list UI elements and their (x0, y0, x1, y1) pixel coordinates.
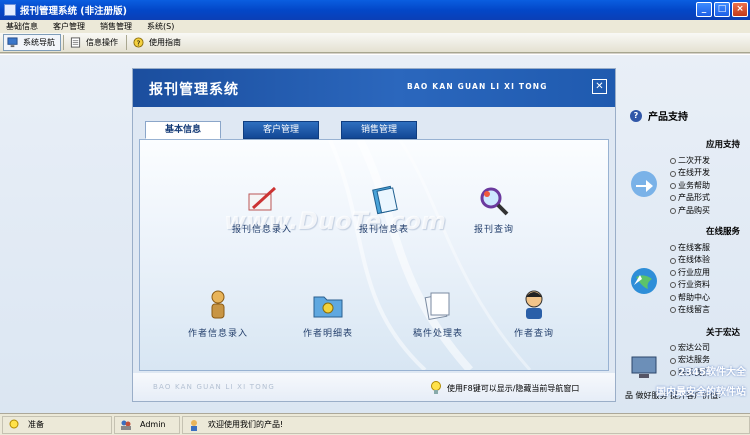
globe-icon (631, 268, 657, 294)
link-industry-app[interactable]: 行业应用 (670, 267, 710, 279)
link-help-center[interactable]: 帮助中心 (670, 292, 710, 304)
item-label: 报刊查询 (473, 225, 514, 235)
panel-title: 报刊管理系统 (149, 82, 239, 98)
item-label: 稿件处理表 (412, 329, 463, 339)
link-online-trial[interactable]: 在线体验 (670, 254, 710, 266)
document-icon (70, 37, 81, 48)
toolbar-guide-label: 使用指南 (149, 38, 181, 47)
menu-bar: 基础信息 客户管理 销售管理 系统(S) (0, 20, 750, 33)
status-ready: 准备 (2, 415, 112, 434)
toolbar-info-button[interactable]: 信息操作 (66, 34, 124, 51)
title-bar: 报刊管理系统 (非注册版) _ □ × (0, 0, 750, 20)
lightbulb-icon (431, 381, 441, 394)
item-label: 作者信息录入 (187, 329, 248, 339)
tab-sales[interactable]: 销售管理 (341, 121, 417, 139)
menu-customer[interactable]: 客户管理 (53, 21, 85, 32)
item-label: 报刊信息表 (358, 225, 409, 235)
users-icon (121, 420, 131, 430)
item-newspaper-table[interactable]: 报刊信息表 (342, 184, 426, 235)
minimize-button[interactable]: _ (696, 2, 712, 17)
corner-watermark-line1: 2345软件大全 (678, 367, 746, 378)
person-icon (211, 290, 225, 319)
nav-panel: 报刊管理系统 BAO KAN GUAN LI XI TONG ✕ 基本信息 客户… (132, 68, 616, 402)
user-search-icon (525, 290, 543, 319)
status-ready-label: 准备 (28, 420, 44, 429)
close-button[interactable]: × (732, 2, 748, 17)
online-service-links: 在线客服 在线体验 行业应用 行业资料 帮助中心 在线留言 (670, 242, 710, 316)
item-manuscript-table[interactable]: 稿件处理表 (396, 288, 480, 339)
panel-footer: BAO KAN GUAN LI XI TONG 使用F8键可以显示/隐藏当前导航… (133, 373, 615, 401)
link-online-dev[interactable]: 在线开发 (670, 167, 710, 179)
link-product-buy[interactable]: 产品购买 (670, 205, 710, 217)
link-secondary-dev[interactable]: 二次开发 (670, 155, 710, 167)
menu-basic-info[interactable]: 基础信息 (6, 21, 38, 32)
toolbar-nav-button[interactable]: 系统导航 (3, 34, 61, 51)
support-title: ? 产品支持 (630, 108, 688, 123)
arrow-icon (631, 171, 657, 197)
item-author-query[interactable]: 作者查询 (492, 288, 576, 339)
hint-label: 使用F8键可以显示/隐藏当前导航窗口 (447, 383, 580, 393)
item-label: 作者明细表 (302, 329, 353, 339)
app-support-links: 二次开发 在线开发 业务帮助 产品形式 产品购买 (670, 155, 710, 217)
corner-watermark-line2: 国内最安全的软件站 (656, 387, 746, 398)
tab-basic-info[interactable]: 基本信息 (145, 121, 221, 139)
app-icon (4, 4, 16, 16)
monitor-icon (7, 37, 18, 48)
footer-subtitle: BAO KAN GUAN LI XI TONG (153, 383, 276, 391)
person-icon (191, 419, 197, 431)
item-label: 报刊信息录入 (231, 225, 292, 235)
link-company[interactable]: 宏达公司 (670, 342, 710, 354)
lightbulb-icon (9, 419, 19, 428)
section-online-service-title: 在线服务 (705, 227, 740, 237)
status-welcome-label: 欢迎使用我们的产品! (208, 420, 284, 429)
status-bar: 准备 Admin 欢迎使用我们的产品! (0, 413, 750, 435)
link-business-help[interactable]: 业务帮助 (670, 180, 710, 192)
tab-content: www.DuoTe.com 报刊信息录入 报刊信息表 报刊查询 作者信息录入 作… (139, 139, 609, 371)
support-title-label: 产品支持 (648, 112, 688, 123)
question-icon: ? (630, 109, 642, 122)
item-newspaper-query[interactable]: 报刊查询 (452, 184, 536, 235)
help-icon: ? (133, 37, 144, 48)
panel-header: 报刊管理系统 BAO KAN GUAN LI XI TONG ✕ (133, 69, 615, 107)
window-title: 报刊管理系统 (非注册版) (20, 6, 127, 17)
support-panel: ? 产品支持 应用支持 二次开发 在线开发 业务帮助 产品形式 产品购买 在线服… (620, 54, 750, 413)
link-online-cs[interactable]: 在线客服 (670, 242, 710, 254)
panel-close-button[interactable]: ✕ (592, 79, 607, 94)
status-welcome: 欢迎使用我们的产品! (182, 415, 750, 434)
toolbar-info-label: 信息操作 (86, 38, 118, 47)
status-user: Admin (114, 415, 180, 434)
svg-text:?: ? (137, 38, 141, 47)
item-author-detail[interactable]: 作者明细表 (286, 288, 370, 339)
link-online-message[interactable]: 在线留言 (670, 304, 710, 316)
papers-icon (424, 292, 450, 320)
link-product-form[interactable]: 产品形式 (670, 192, 710, 204)
tab-customer[interactable]: 客户管理 (243, 121, 319, 139)
panel-subtitle: BAO KAN GUAN LI XI TONG (407, 82, 548, 91)
menu-sales[interactable]: 销售管理 (100, 21, 132, 32)
item-author-entry[interactable]: 作者信息录入 (176, 288, 260, 339)
menu-system[interactable]: 系统(S) (147, 21, 174, 32)
hint-text: 使用F8键可以显示/隐藏当前导航窗口 (430, 381, 579, 395)
section-app-support-title: 应用支持 (705, 140, 740, 150)
toolbar: 系统导航 信息操作 ? 使用指南 (0, 33, 750, 53)
folder-icon (313, 296, 343, 318)
item-newspaper-entry[interactable]: 报刊信息录入 (220, 184, 304, 235)
pen-icon (248, 186, 277, 211)
panel-tabs: 基本信息 客户管理 销售管理 (145, 121, 417, 139)
magnifier-icon (480, 187, 509, 216)
corner-watermark: 2345软件大全 国内最安全的软件站 (614, 363, 750, 413)
link-industry-data[interactable]: 行业资料 (670, 279, 710, 291)
book-icon (372, 185, 398, 215)
item-label: 作者查询 (513, 329, 554, 339)
section-about-title: 关于宏达 (705, 328, 740, 338)
toolbar-nav-label: 系统导航 (23, 38, 55, 47)
toolbar-guide-button[interactable]: ? 使用指南 (129, 34, 187, 51)
maximize-button[interactable]: □ (714, 2, 730, 17)
status-user-label: Admin (140, 420, 166, 429)
